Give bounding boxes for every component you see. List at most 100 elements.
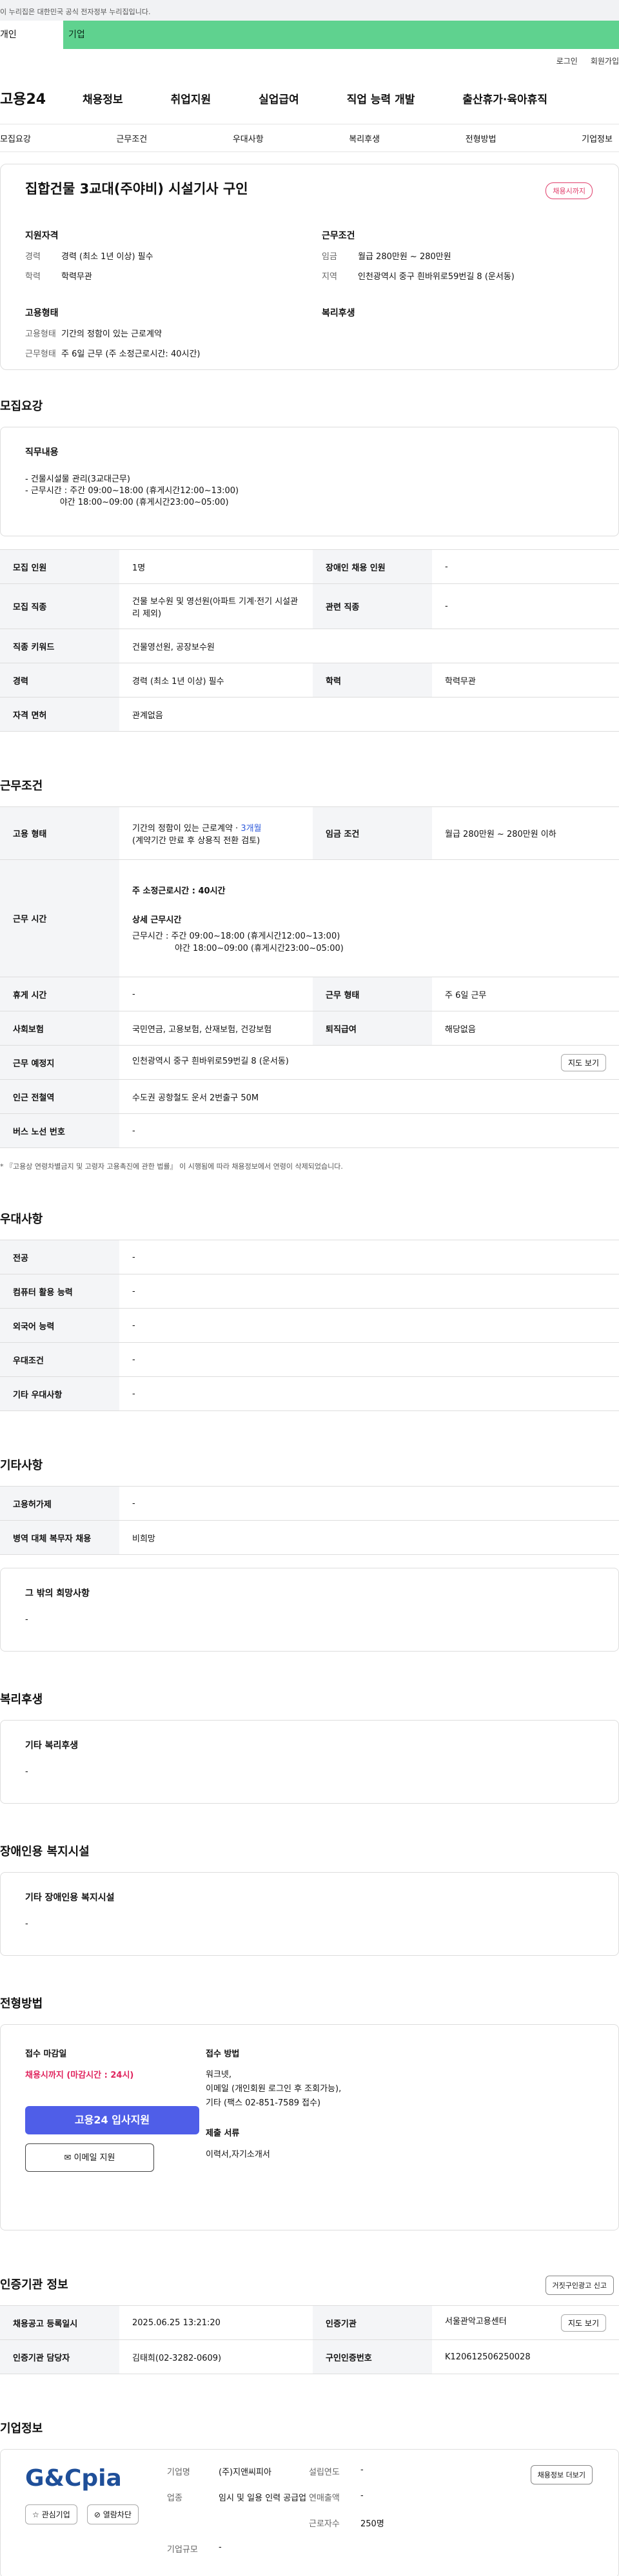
table-row: 모집 인원 1명 장애인 채용 인원 - [0, 549, 619, 584]
tab-personal[interactable]: 개인 [0, 21, 63, 49]
cell-label: 기타 우대사항 [0, 1376, 119, 1411]
cell-label: 우대조건 [0, 1342, 119, 1377]
other-table: 고용허가제 - 병역 대체 복무자 채용 비희망 [0, 1486, 619, 1555]
contract-period: 3개월 [241, 823, 262, 834]
nav-employment-support[interactable]: 취업지원 [171, 90, 211, 106]
cell-value: 주 6일 근무 [432, 977, 619, 1011]
employees-value: 250명 [360, 2519, 384, 2529]
cell-value: 2025.06.25 13:21:20 [119, 2305, 313, 2340]
table-row: 기타 우대사항 - [0, 1376, 619, 1411]
disability-box: 기타 장애인용 복지시설 - [0, 1872, 619, 1956]
cell-label: 자격 면허 [0, 697, 119, 732]
cell-label: 근무 시간 [0, 859, 119, 977]
qualification-heading: 지원자격 [25, 231, 59, 241]
table-row: 전공 - [0, 1240, 619, 1274]
cell-label: 관련 직종 [313, 583, 432, 629]
sales-value: - [360, 2491, 364, 2501]
cell-label: 경력 [0, 663, 119, 698]
nav-unemployment[interactable]: 실업급여 [259, 90, 299, 106]
cell-value: 건물영선원, 공장보수원 [119, 629, 619, 663]
emp-type-value: 기간의 정함이 있는 근로계약 · [132, 823, 241, 834]
cell-value: - [432, 549, 619, 584]
subnav-conditions[interactable]: 근무조건 [116, 132, 147, 144]
map-button[interactable]: 지도 보기 [561, 1053, 606, 1071]
table-row: 병역 대체 복무자 채용 비희망 [0, 1520, 619, 1555]
disability-value: - [25, 1919, 28, 1929]
favorite-button[interactable]: ☆ 관심기업 [25, 2504, 77, 2524]
deadline-heading: 접수 마감일 [25, 2049, 67, 2059]
career-value: 경력 (최소 1년 이상) 필수 [61, 252, 153, 262]
cell-label: 모집 직종 [0, 583, 119, 629]
subnav-preference[interactable]: 우대사항 [233, 132, 264, 144]
form-value: 주 6일 근무 (주 소정근로시간: 40시간) [61, 349, 201, 359]
emp-type-heading: 고용형태 [25, 308, 59, 318]
contract-note: (계약기간 만료 후 상용직 전환 검토) [132, 835, 260, 846]
cell-value: - [432, 583, 619, 629]
table-row: 사회보험 국민연금, 고용보험, 산재보험, 건강보험 퇴직급여 해당없음 [0, 1011, 619, 1046]
nav-jobs[interactable]: 채용정보 [83, 90, 123, 106]
cell-label: 고용 형태 [0, 806, 119, 860]
table-row: 버스 노선 번호 - [0, 1113, 619, 1148]
table-row: 인증기관 담당자 김태희(02-3282-0609) 구인인증번호 K12061250… [0, 2339, 619, 2374]
main-nav: 고용24 채용정보 취업지원 실업급여 직업 능력 개발 출산휴가·육아휴직 [0, 72, 619, 124]
section-nav: 모집요강 근무조건 우대사항 복리후생 전형방법 기업정보 [0, 124, 619, 152]
cell-label: 병역 대체 복무자 채용 [0, 1520, 119, 1555]
company-name: (주)지앤씨피아 [219, 2468, 271, 2477]
form-label: 근무형태 [25, 349, 56, 359]
table-row: 채용공고 등록일시 2025.06.25 13:21:20 인증기관 서울관악고용센터… [0, 2305, 619, 2340]
block-label: 열람차단 [103, 2510, 132, 2519]
cell-label: 채용공고 등록일시 [0, 2305, 119, 2340]
area-value: 인천광역시 중구 흰바위로59번길 8 (운서동) [358, 272, 515, 282]
subnav-screening[interactable]: 전형방법 [466, 132, 496, 144]
cell-label: 인근 전철역 [0, 1079, 119, 1114]
map-button-2[interactable]: 지도 보기 [561, 2314, 606, 2332]
email-apply-button[interactable]: ✉ 이메일 지원 [25, 2143, 154, 2172]
cell-value: - [119, 1342, 619, 1377]
more-jobs-button[interactable]: 채용정보 더보기 [530, 2465, 593, 2484]
disability-heading: 기타 장애인용 복지시설 [25, 1893, 115, 1903]
cell-value: 수도권 공항철도 운서 2번출구 50M [119, 1079, 619, 1114]
weekly-hours: 주 소정근로시간 : 40시간 [132, 886, 226, 896]
cell-value: - [119, 1113, 619, 1148]
site-logo[interactable]: 고용24 [0, 88, 83, 108]
table-row: 컴퓨터 활용 능력 - [0, 1274, 619, 1309]
table-row: 인근 전철역 수도권 공항철도 운서 2번출구 50M [0, 1079, 619, 1114]
mail-icon: ✉ [64, 2153, 74, 2163]
duty-box: 직무내용 - 건물시설물 관리(3교대근무) - 근무시간 : 주간 09:00… [0, 427, 619, 536]
cell-label: 학력 [313, 663, 432, 698]
cell-value: - [119, 1240, 619, 1274]
edu-label: 학력 [25, 272, 41, 282]
section-conditions: 근무조건 [0, 779, 43, 793]
util-nav: 로그인 회원가입 [0, 49, 619, 72]
favorite-label: 관심기업 [41, 2510, 70, 2519]
report-button[interactable]: 거짓구인광고 신고 [545, 2276, 614, 2295]
size-value: - [219, 2542, 222, 2552]
cell-label: 근무 예정지 [0, 1045, 119, 1080]
email-apply-label: 이메일 지원 [74, 2153, 115, 2163]
nav-leave[interactable]: 출산휴가·육아휴직 [462, 90, 547, 106]
other-heading: 그 밖의 희망사항 [25, 1588, 90, 1599]
cell-label: 근무 형태 [313, 977, 432, 1011]
edu-value: 학력무관 [61, 272, 92, 282]
area-label: 지역 [322, 272, 337, 282]
login-link[interactable]: 로그인 [556, 55, 578, 66]
subnav-recruit[interactable]: 모집요강 [0, 132, 31, 144]
conditions-table: 고용 형태 기간의 정함이 있는 근로계약 · 3개월 (계약기간 만료 후 상용직… [0, 806, 619, 1148]
section-other: 기타사항 [0, 1459, 43, 1472]
method-heading: 접수 방법 [206, 2049, 240, 2059]
tab-company[interactable]: 기업 [63, 21, 85, 49]
cell-value: 국민연금, 고용보험, 산재보험, 건강보험 [119, 1011, 313, 1046]
signup-link[interactable]: 회원가입 [591, 55, 619, 66]
cell-label: 사회보험 [0, 1011, 119, 1046]
apply-button[interactable]: 고용24 입사지원 [25, 2106, 199, 2134]
cell-value: - [119, 1308, 619, 1343]
nav-training[interactable]: 직업 능력 개발 [347, 90, 415, 106]
block-button[interactable]: ⊘ 열람차단 [86, 2504, 139, 2524]
table-row: 고용 형태 기간의 정함이 있는 근로계약 · 3개월 (계약기간 만료 후 상용직… [0, 806, 619, 860]
gov-banner: 이 누리집은 대한민국 공식 전자정부 누리집입니다. [0, 0, 619, 21]
cell-value: - [119, 1376, 619, 1411]
cell-label: 인증기관 담당자 [0, 2339, 119, 2374]
subnav-welfare[interactable]: 복리후생 [349, 132, 380, 144]
subnav-company[interactable]: 기업정보 [582, 132, 613, 144]
cell-label: 장애인 채용 인원 [313, 549, 432, 584]
